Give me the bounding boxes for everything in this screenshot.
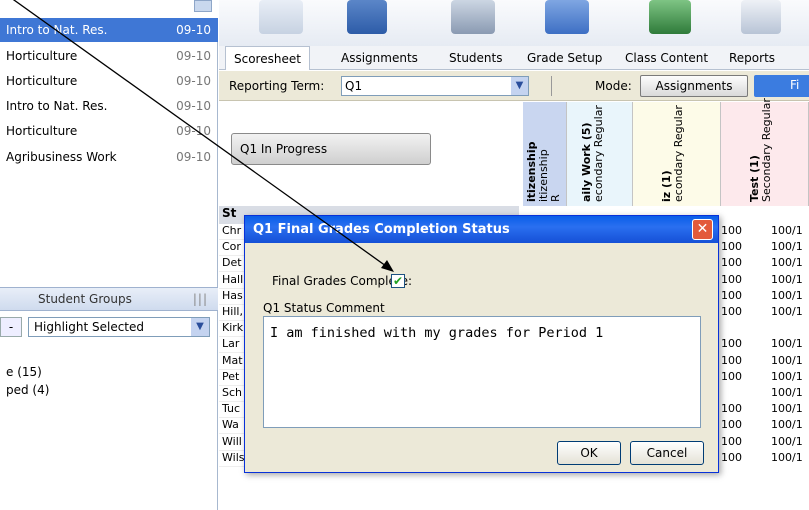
class-name: Intro to Nat. Res. <box>6 23 108 37</box>
score-cell[interactable]: 100 <box>721 305 742 321</box>
score-cell[interactable]: 100 <box>721 240 742 256</box>
score-cell[interactable]: 100/1 <box>771 402 803 418</box>
reporting-term-value: Q1 <box>345 79 363 93</box>
group-item[interactable]: ped (4) <box>6 383 49 397</box>
class-row[interactable]: Agribusiness Work 09-10 <box>0 145 218 169</box>
ok-button[interactable]: OK <box>557 441 621 465</box>
class-name: Horticulture <box>6 124 78 138</box>
status-comment-field[interactable]: I am finished with my grades for Period … <box>263 316 701 428</box>
class-term: 09-10 <box>176 49 211 63</box>
score-cell[interactable]: 100 <box>721 273 742 289</box>
class-row[interactable]: Intro to Nat. Res. 09-10 <box>0 94 218 118</box>
class-row[interactable]: Horticulture 09-10 <box>0 119 218 143</box>
highlight-row: - Highlight Selected ▼ <box>0 315 218 339</box>
score-cell[interactable]: 100 <box>721 256 742 272</box>
tab-class-content[interactable]: Class Content <box>617 46 716 70</box>
scoresheet-icon[interactable] <box>259 0 303 34</box>
class-name: Agribusiness Work <box>6 150 117 164</box>
score-cell[interactable]: 100 <box>721 435 742 451</box>
class-term: 09-10 <box>176 23 211 37</box>
toolbar <box>219 0 809 46</box>
tab-reports[interactable]: Reports <box>721 46 783 70</box>
reporting-term-select[interactable]: Q1 ▼ <box>341 76 529 96</box>
column-subtitle: Secondary Regular <box>760 98 773 202</box>
dialog-title: Q1 Final Grades Completion Status <box>245 216 718 243</box>
class-name: Horticulture <box>6 49 78 63</box>
group-item[interactable]: e (15) <box>6 365 42 379</box>
remove-group-button[interactable]: - <box>0 317 22 337</box>
tab-scoresheet[interactable]: Scoresheet <box>225 46 310 70</box>
students-icon[interactable] <box>451 0 495 34</box>
mode-final-button[interactable]: Fi <box>754 75 809 97</box>
reporting-term-bar: Reporting Term: Q1 ▼ Mode: Assignments F… <box>219 71 809 101</box>
score-cell[interactable]: 100 <box>721 354 742 370</box>
status-comment-label: Q1 Status Comment <box>263 301 385 315</box>
column-subtitle: econdary Regular <box>672 105 685 202</box>
column-header-test[interactable]: Test (1) Secondary Regular <box>721 98 809 206</box>
score-cell[interactable]: 100/1 <box>771 256 803 272</box>
class-term: 09-10 <box>176 99 211 113</box>
score-cell[interactable]: 100/1 <box>771 451 803 467</box>
class-row[interactable]: Horticulture 09-10 <box>0 44 218 68</box>
column-header-daily-work[interactable]: aily Work (5) econdary Regular <box>567 102 633 206</box>
reports-icon[interactable] <box>741 0 781 34</box>
class-content-icon[interactable] <box>649 0 691 34</box>
scroll-up-button[interactable] <box>194 0 212 12</box>
final-grades-checkbox[interactable]: ✔ <box>391 274 405 288</box>
highlight-select[interactable]: Highlight Selected ▼ <box>28 317 210 337</box>
tab-grade-setup[interactable]: Grade Setup <box>519 46 610 70</box>
score-cell[interactable]: 100/1 <box>771 370 803 386</box>
class-row[interactable]: Horticulture 09-10 <box>0 69 218 93</box>
column-extra: R <box>549 194 562 202</box>
score-cell[interactable]: 100/1 <box>771 273 803 289</box>
chevron-down-icon[interactable]: ▼ <box>511 77 528 95</box>
score-cell[interactable]: 100 <box>721 337 742 353</box>
score-cell[interactable]: 100/1 <box>771 289 803 305</box>
column-subtitle: econdary Regular <box>592 105 605 202</box>
final-grades-dialog: Q1 Final Grades Completion Status ✕ Fina… <box>244 215 719 473</box>
class-term: 09-10 <box>176 124 211 138</box>
score-cell[interactable]: 100 <box>721 224 742 240</box>
chevron-down-icon[interactable]: ▼ <box>191 318 209 336</box>
score-cell[interactable]: 100 <box>721 289 742 305</box>
class-term: 09-10 <box>176 150 211 164</box>
list-header-stub <box>0 0 218 18</box>
class-row[interactable]: Intro to Nat. Res. 09-10 <box>0 18 218 42</box>
column-header-citizenship[interactable]: itizenship itizenship R <box>523 102 567 206</box>
mode-assignments-button[interactable]: Assignments <box>640 75 748 97</box>
score-cell[interactable]: 100/1 <box>771 305 803 321</box>
tab-students[interactable]: Students <box>441 46 511 70</box>
column-header-quiz[interactable]: iz (1) econdary Regular <box>633 102 721 206</box>
reporting-term-label: Reporting Term: <box>229 79 325 93</box>
cancel-button[interactable]: Cancel <box>630 441 704 465</box>
tab-assignments[interactable]: Assignments <box>333 46 426 70</box>
mode-label: Mode: <box>595 79 632 93</box>
class-list-panel: Intro to Nat. Res. 09-10 Horticulture 09-1… <box>0 0 218 510</box>
class-term: 09-10 <box>176 74 211 88</box>
score-cell[interactable]: 100/1 <box>771 224 803 240</box>
score-cell[interactable]: 100/1 <box>771 337 803 353</box>
score-cell[interactable]: 100/1 <box>771 354 803 370</box>
divider <box>551 76 552 96</box>
tab-bar: Scoresheet Assignments Students Grade Se… <box>219 46 809 70</box>
grip-icon[interactable]: ||| <box>193 292 208 306</box>
score-cell[interactable]: 100/1 <box>771 240 803 256</box>
score-cell[interactable]: 100 <box>721 370 742 386</box>
score-cell[interactable]: 100/1 <box>771 435 803 451</box>
score-cell[interactable]: 100/1 <box>771 386 803 402</box>
close-icon[interactable]: ✕ <box>692 219 713 240</box>
class-name: Horticulture <box>6 74 78 88</box>
grade-setup-icon[interactable] <box>545 0 589 34</box>
score-cell[interactable]: 100 <box>721 418 742 434</box>
term-status-button[interactable]: Q1 In Progress <box>231 133 431 165</box>
assignments-icon[interactable] <box>347 0 387 34</box>
student-groups-label: Student Groups <box>38 292 132 306</box>
score-cell[interactable]: 100 <box>721 451 742 467</box>
class-name: Intro to Nat. Res. <box>6 99 108 113</box>
score-cell[interactable]: 100/1 <box>771 418 803 434</box>
student-groups-header: Student Groups ||| <box>0 287 218 311</box>
score-cell[interactable]: 100 <box>721 402 742 418</box>
highlight-select-value: Highlight Selected <box>34 320 145 334</box>
